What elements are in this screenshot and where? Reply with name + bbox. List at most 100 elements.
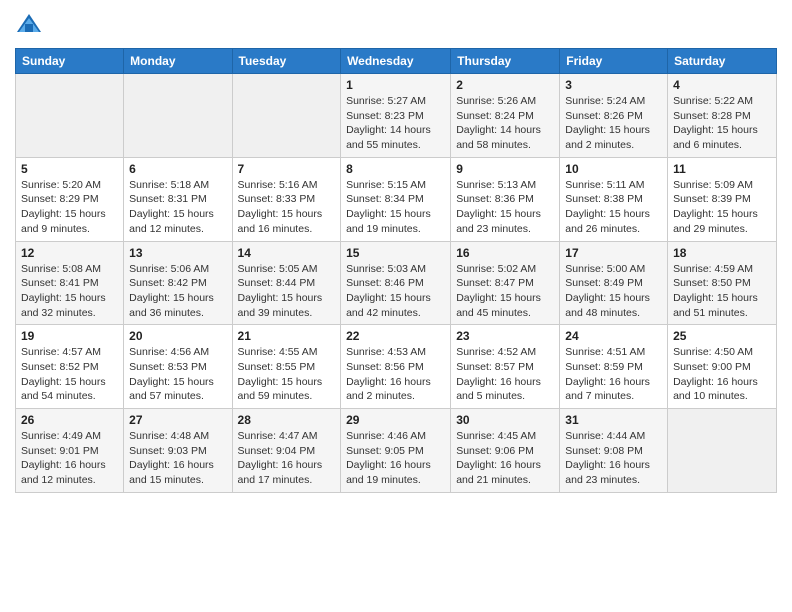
day-number: 28 — [238, 413, 336, 427]
day-number: 5 — [21, 162, 118, 176]
page: SundayMondayTuesdayWednesdayThursdayFrid… — [0, 0, 792, 508]
day-number: 17 — [565, 246, 662, 260]
calendar-cell: 4 Sunrise: 5:22 AMSunset: 8:28 PMDaylight… — [668, 74, 777, 158]
calendar-cell: 9 Sunrise: 5:13 AMSunset: 8:36 PMDaylight… — [451, 157, 560, 241]
day-info: Sunrise: 5:00 AMSunset: 8:49 PMDaylight:… — [565, 262, 662, 321]
calendar-cell: 18Sunrise: 4:59 AMSunset: 8:50 PMDayligh… — [668, 241, 777, 325]
day-number: 6 — [129, 162, 226, 176]
day-number: 4 — [673, 78, 771, 92]
day-number: 23 — [456, 329, 554, 343]
day-number: 9 — [456, 162, 554, 176]
day-number: 30 — [456, 413, 554, 427]
day-info: Sunrise: 4:55 AMSunset: 8:55 PMDaylight:… — [238, 345, 336, 404]
calendar-cell: 19Sunrise: 4:57 AMSunset: 8:52 PMDayligh… — [16, 325, 124, 409]
day-number: 13 — [129, 246, 226, 260]
day-number: 8 — [346, 162, 445, 176]
calendar-cell: 11 Sunrise: 5:09 AMSunset: 8:39 PMDayligh… — [668, 157, 777, 241]
day-info: Sunrise: 5:05 AMSunset: 8:44 PMDaylight:… — [238, 262, 336, 321]
logo — [15, 10, 47, 38]
col-header-friday: Friday — [560, 49, 668, 74]
calendar-cell: 16 Sunrise: 5:02 AMSunset: 8:47 PMDayligh… — [451, 241, 560, 325]
day-info: Sunrise: 5:03 AMSunset: 8:46 PMDaylight:… — [346, 262, 445, 321]
calendar-header-row: SundayMondayTuesdayWednesdayThursdayFrid… — [16, 49, 777, 74]
calendar-cell — [124, 74, 232, 158]
calendar-cell: 28 Sunrise: 4:47 AMSunset: 9:04 PMDayligh… — [232, 409, 341, 493]
day-number: 12 — [21, 246, 118, 260]
day-number: 10 — [565, 162, 662, 176]
col-header-thursday: Thursday — [451, 49, 560, 74]
calendar-week-row: 1 Sunrise: 5:27 AMSunset: 8:23 PMDaylight… — [16, 74, 777, 158]
day-number: 7 — [238, 162, 336, 176]
calendar-cell: 5Sunrise: 5:20 AMSunset: 8:29 PMDaylight… — [16, 157, 124, 241]
calendar-cell: 3Sunrise: 5:24 AMSunset: 8:26 PMDaylight… — [560, 74, 668, 158]
calendar-week-row: 12 Sunrise: 5:08 AMSunset: 8:41 PMDayligh… — [16, 241, 777, 325]
logo-icon — [15, 10, 43, 38]
day-number: 15 — [346, 246, 445, 260]
day-info: Sunrise: 4:51 AMSunset: 8:59 PMDaylight:… — [565, 345, 662, 404]
day-info: Sunrise: 4:59 AMSunset: 8:50 PMDaylight:… — [673, 262, 771, 321]
col-header-wednesday: Wednesday — [341, 49, 451, 74]
calendar-week-row: 19Sunrise: 4:57 AMSunset: 8:52 PMDayligh… — [16, 325, 777, 409]
calendar-week-row: 5Sunrise: 5:20 AMSunset: 8:29 PMDaylight… — [16, 157, 777, 241]
calendar-cell — [232, 74, 341, 158]
day-info: Sunrise: 5:26 AMSunset: 8:24 PMDaylight:… — [456, 94, 554, 153]
calendar-cell: 25 Sunrise: 4:50 AMSunset: 9:00 PMDayligh… — [668, 325, 777, 409]
day-info: Sunrise: 5:08 AMSunset: 8:41 PMDaylight:… — [21, 262, 118, 321]
calendar-cell: 23 Sunrise: 4:52 AMSunset: 8:57 PMDayligh… — [451, 325, 560, 409]
calendar-cell: 7 Sunrise: 5:16 AMSunset: 8:33 PMDaylight… — [232, 157, 341, 241]
calendar-cell: 14 Sunrise: 5:05 AMSunset: 8:44 PMDayligh… — [232, 241, 341, 325]
day-info: Sunrise: 5:02 AMSunset: 8:47 PMDaylight:… — [456, 262, 554, 321]
calendar-cell: 30Sunrise: 4:45 AMSunset: 9:06 PMDayligh… — [451, 409, 560, 493]
calendar-table: SundayMondayTuesdayWednesdayThursdayFrid… — [15, 48, 777, 493]
day-number: 29 — [346, 413, 445, 427]
day-number: 31 — [565, 413, 662, 427]
day-number: 2 — [456, 78, 554, 92]
day-info: Sunrise: 4:52 AMSunset: 8:57 PMDaylight:… — [456, 345, 554, 404]
day-number: 21 — [238, 329, 336, 343]
col-header-tuesday: Tuesday — [232, 49, 341, 74]
day-info: Sunrise: 5:16 AMSunset: 8:33 PMDaylight:… — [238, 178, 336, 237]
day-info: Sunrise: 5:15 AMSunset: 8:34 PMDaylight:… — [346, 178, 445, 237]
calendar-cell: 15 Sunrise: 5:03 AMSunset: 8:46 PMDayligh… — [341, 241, 451, 325]
day-info: Sunrise: 4:44 AMSunset: 9:08 PMDaylight:… — [565, 429, 662, 488]
day-info: Sunrise: 4:50 AMSunset: 9:00 PMDaylight:… — [673, 345, 771, 404]
day-info: Sunrise: 5:09 AMSunset: 8:39 PMDaylight:… — [673, 178, 771, 237]
calendar-cell: 22 Sunrise: 4:53 AMSunset: 8:56 PMDayligh… — [341, 325, 451, 409]
header — [15, 10, 777, 38]
calendar-cell: 31 Sunrise: 4:44 AMSunset: 9:08 PMDayligh… — [560, 409, 668, 493]
day-number: 3 — [565, 78, 662, 92]
day-number: 16 — [456, 246, 554, 260]
col-header-monday: Monday — [124, 49, 232, 74]
day-info: Sunrise: 5:11 AMSunset: 8:38 PMDaylight:… — [565, 178, 662, 237]
day-info: Sunrise: 5:18 AMSunset: 8:31 PMDaylight:… — [129, 178, 226, 237]
day-number: 20 — [129, 329, 226, 343]
day-number: 14 — [238, 246, 336, 260]
day-info: Sunrise: 5:22 AMSunset: 8:28 PMDaylight:… — [673, 94, 771, 153]
day-number: 27 — [129, 413, 226, 427]
day-number: 11 — [673, 162, 771, 176]
calendar-week-row: 26 Sunrise: 4:49 AMSunset: 9:01 PMDayligh… — [16, 409, 777, 493]
calendar-cell: 20 Sunrise: 4:56 AMSunset: 8:53 PMDayligh… — [124, 325, 232, 409]
calendar-cell — [668, 409, 777, 493]
day-info: Sunrise: 4:47 AMSunset: 9:04 PMDaylight:… — [238, 429, 336, 488]
calendar-cell: 17 Sunrise: 5:00 AMSunset: 8:49 PMDayligh… — [560, 241, 668, 325]
day-number: 26 — [21, 413, 118, 427]
col-header-saturday: Saturday — [668, 49, 777, 74]
calendar-cell: 24Sunrise: 4:51 AMSunset: 8:59 PMDayligh… — [560, 325, 668, 409]
calendar-cell: 21 Sunrise: 4:55 AMSunset: 8:55 PMDayligh… — [232, 325, 341, 409]
calendar-cell — [16, 74, 124, 158]
day-info: Sunrise: 4:48 AMSunset: 9:03 PMDaylight:… — [129, 429, 226, 488]
calendar-cell: 8 Sunrise: 5:15 AMSunset: 8:34 PMDaylight… — [341, 157, 451, 241]
day-number: 1 — [346, 78, 445, 92]
day-number: 25 — [673, 329, 771, 343]
calendar-cell: 6 Sunrise: 5:18 AMSunset: 8:31 PMDaylight… — [124, 157, 232, 241]
day-number: 19 — [21, 329, 118, 343]
calendar-cell: 29 Sunrise: 4:46 AMSunset: 9:05 PMDayligh… — [341, 409, 451, 493]
day-info: Sunrise: 4:49 AMSunset: 9:01 PMDaylight:… — [21, 429, 118, 488]
day-info: Sunrise: 4:46 AMSunset: 9:05 PMDaylight:… — [346, 429, 445, 488]
day-info: Sunrise: 5:13 AMSunset: 8:36 PMDaylight:… — [456, 178, 554, 237]
day-info: Sunrise: 5:27 AMSunset: 8:23 PMDaylight:… — [346, 94, 445, 153]
day-number: 22 — [346, 329, 445, 343]
day-info: Sunrise: 4:56 AMSunset: 8:53 PMDaylight:… — [129, 345, 226, 404]
day-info: Sunrise: 4:53 AMSunset: 8:56 PMDaylight:… — [346, 345, 445, 404]
